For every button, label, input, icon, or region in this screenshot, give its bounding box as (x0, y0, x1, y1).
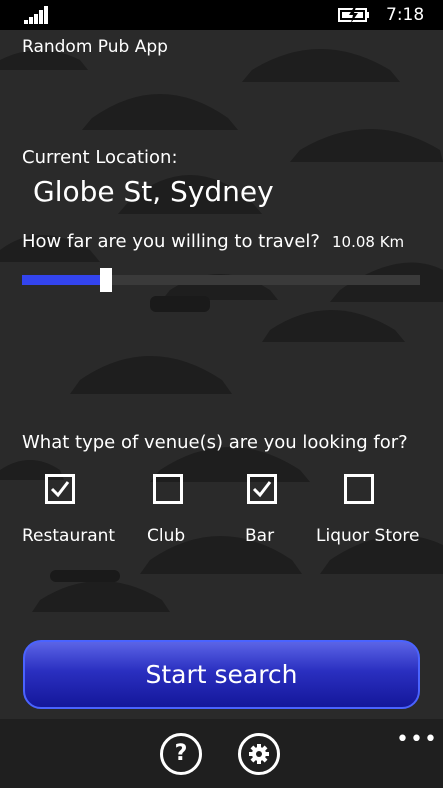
help-icon: ? (174, 741, 188, 766)
venue-option-restaurant[interactable]: Restaurant (22, 474, 115, 554)
distance-slider[interactable] (22, 268, 420, 292)
battery-charging-icon (338, 7, 369, 23)
checkmark-icon (50, 481, 70, 498)
club-checkbox[interactable] (153, 474, 183, 504)
status-bar: 7:18 (0, 0, 443, 30)
venue-option-club[interactable]: Club (145, 474, 189, 554)
venue-option-bar[interactable]: Bar (243, 474, 283, 554)
start-search-button[interactable]: Start search (23, 640, 420, 709)
help-button[interactable]: ? (160, 733, 202, 775)
bar-checkbox[interactable] (247, 474, 277, 504)
venue-type-question: What type of venue(s) are you looking fo… (22, 432, 408, 453)
slider-thumb[interactable] (100, 268, 112, 292)
status-time: 7:18 (386, 5, 425, 25)
liquor-store-label: Liquor Store (316, 526, 420, 546)
venue-option-liquor-store[interactable]: Liquor Store (316, 474, 420, 554)
club-label: Club (147, 526, 186, 546)
settings-icon (249, 744, 269, 764)
slider-fill (22, 275, 106, 285)
current-location-label: Current Location: (22, 147, 178, 168)
current-location-value: Globe St, Sydney (33, 175, 274, 208)
app-title: Random Pub App (22, 37, 168, 57)
signal-strength-icon (24, 6, 48, 24)
restaurant-label: Restaurant (22, 526, 116, 546)
checkmark-icon (252, 481, 272, 498)
travel-distance-question: How far are you willing to travel? (22, 231, 320, 252)
travel-distance-value: 10.08 Km (332, 233, 405, 251)
liquor-store-checkbox[interactable] (344, 474, 374, 504)
app-page: 7:18 Random Pub App Current Location: Gl… (0, 0, 443, 788)
app-bar: ? ••• (0, 719, 443, 788)
bar-label: Bar (245, 526, 275, 546)
restaurant-checkbox[interactable] (45, 474, 75, 504)
more-options-button[interactable]: ••• (396, 727, 438, 752)
settings-button[interactable] (238, 733, 280, 775)
